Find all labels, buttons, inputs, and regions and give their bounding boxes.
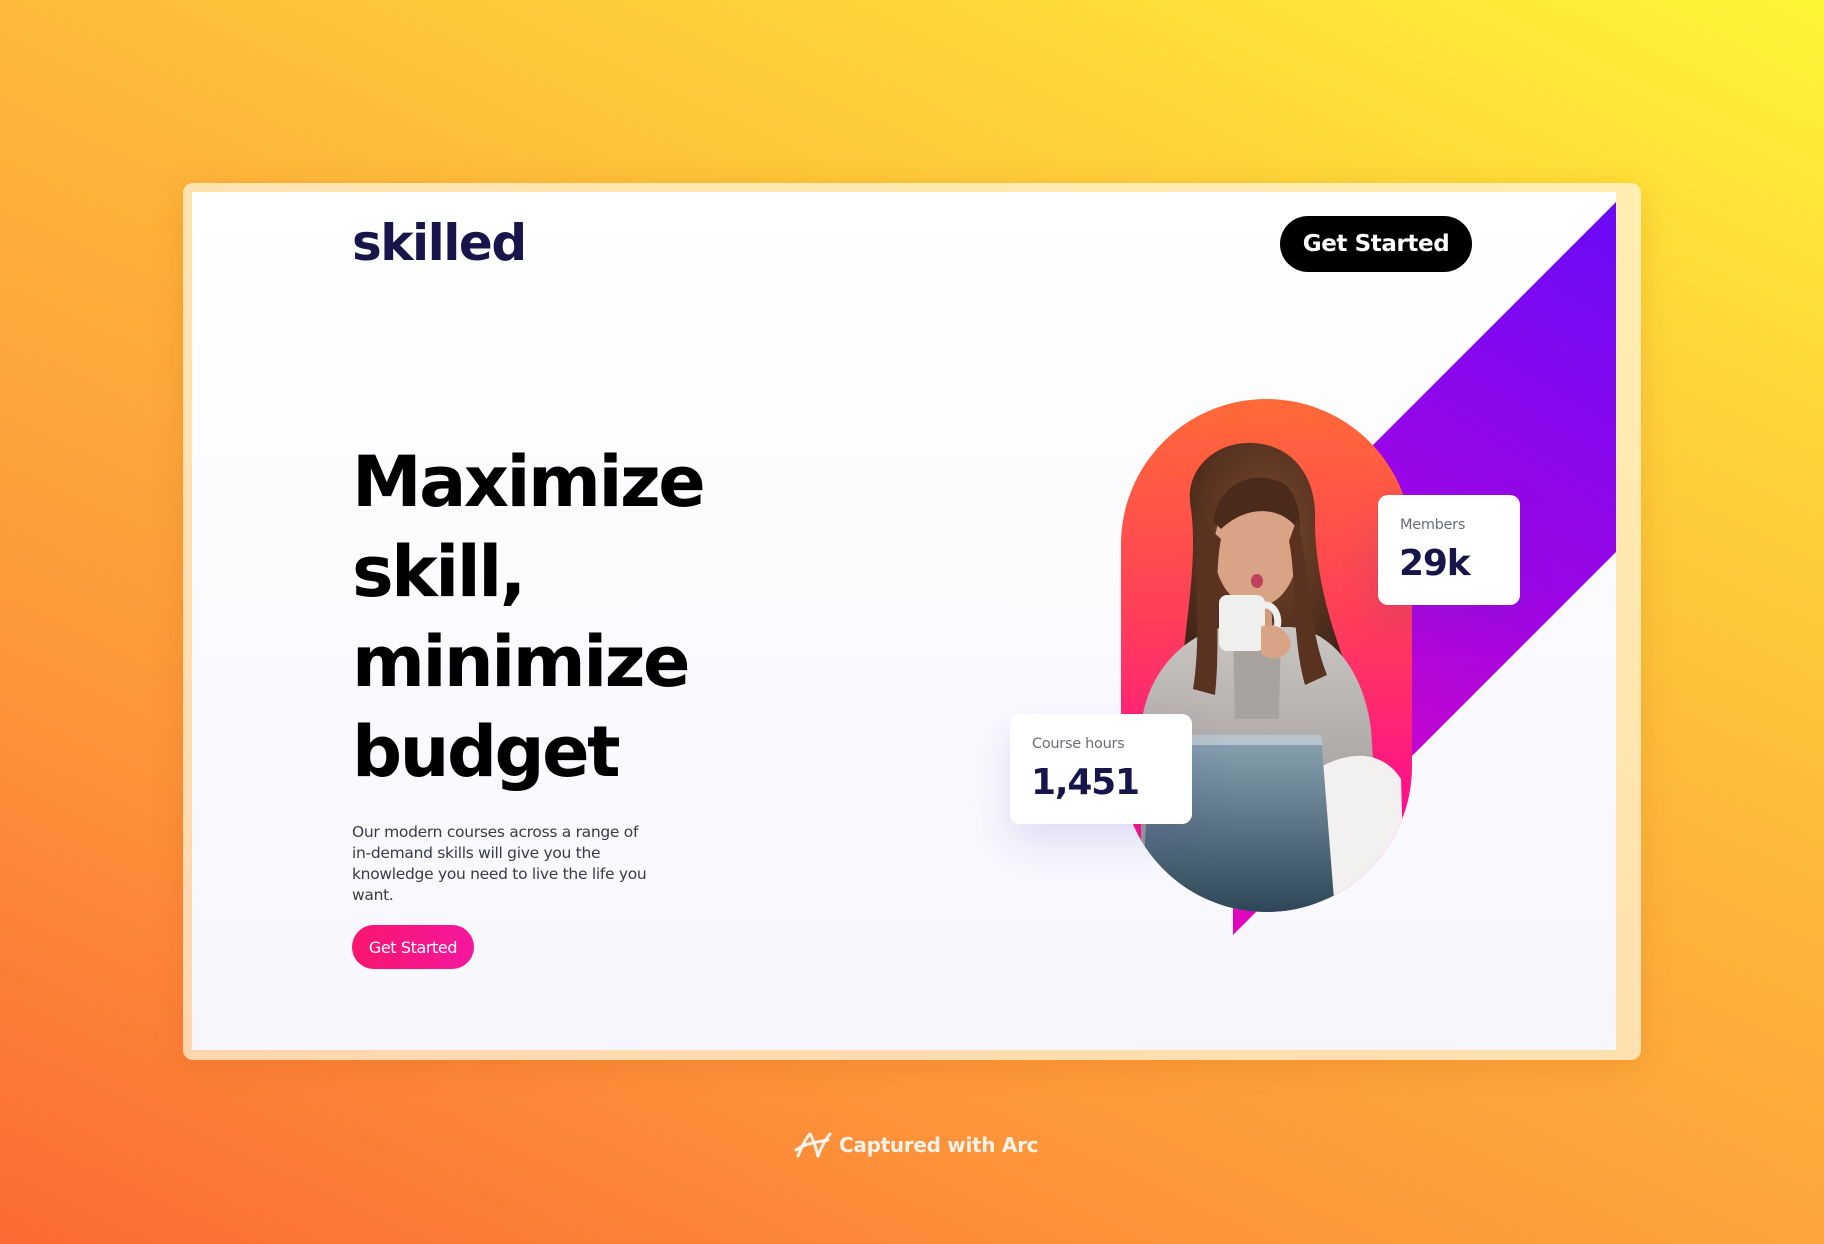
course-hours-stat-card: Course hours 1,451 <box>1010 714 1192 824</box>
capture-caption: Captured with Arc <box>839 1133 1039 1157</box>
arc-logo-icon <box>794 1132 832 1158</box>
members-value: 29k <box>1399 543 1471 584</box>
nav-get-started-button[interactable]: Get Started <box>1280 216 1472 272</box>
course-hours-label: Course hours <box>1032 736 1125 752</box>
landing-page: skilled Get Started Maximize skill, mini… <box>192 192 1616 1050</box>
hero-photo <box>1121 399 1412 912</box>
capture-footer: Captured with Arc <box>794 1130 1038 1160</box>
members-label: Members <box>1400 517 1466 533</box>
woman-with-mug-illustration <box>1141 442 1405 912</box>
hero-headline: Maximize skill, minimize budget <box>352 437 706 797</box>
browser-window-frame: skilled Get Started Maximize skill, mini… <box>183 183 1641 1060</box>
headline-line: skill, <box>352 531 526 613</box>
brand-logo[interactable]: skilled <box>352 214 527 272</box>
hero-description: Our modern courses across a range of in-… <box>352 823 647 904</box>
headline-line: Maximize <box>352 441 706 523</box>
headline-line: minimize <box>352 621 690 703</box>
members-stat-card: Members 29k <box>1378 495 1520 605</box>
hero-get-started-button[interactable]: Get Started <box>352 925 474 969</box>
course-hours-value: 1,451 <box>1031 762 1140 803</box>
headline-line: budget <box>352 711 621 793</box>
